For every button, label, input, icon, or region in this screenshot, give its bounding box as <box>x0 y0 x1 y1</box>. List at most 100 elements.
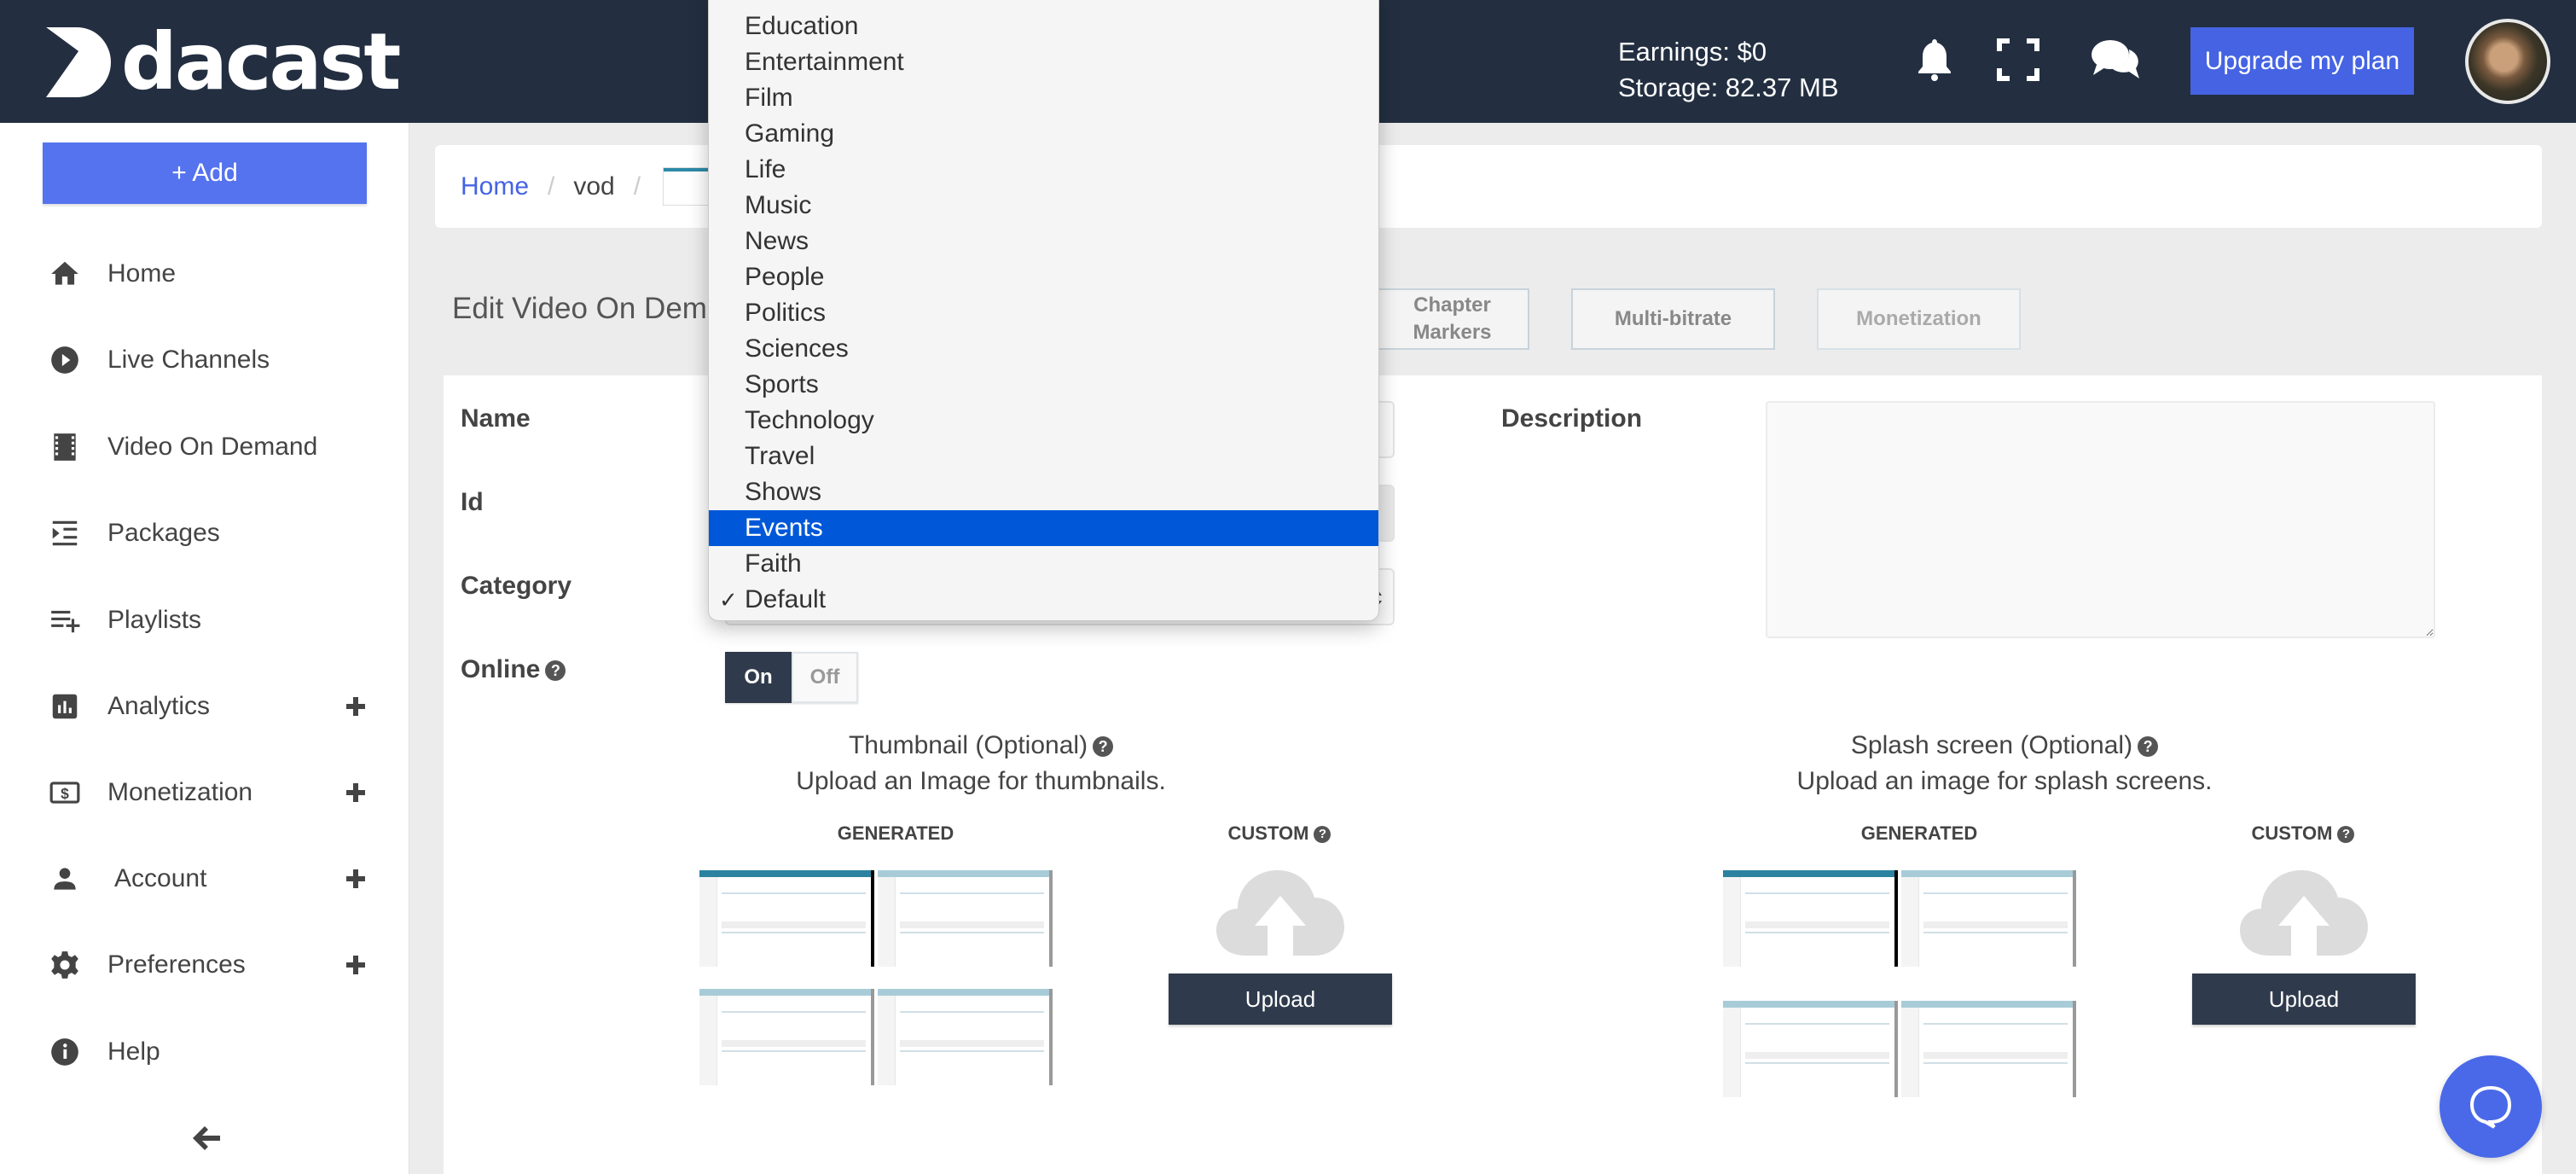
sidebar-item-label: Analytics <box>107 692 211 720</box>
dropdown-option-label: Events <box>745 514 823 542</box>
dropdown-option[interactable]: Sports <box>709 367 1378 403</box>
online-toggle[interactable]: On Off <box>725 652 858 703</box>
thumbnail-title: Thumbnail (Optional) <box>848 731 1088 759</box>
expand-plus-icon[interactable] <box>343 952 368 978</box>
storage-text: Storage: 82.37 MB <box>1618 73 1839 102</box>
breadcrumb-vod[interactable]: vod <box>573 172 614 201</box>
splash-upload-button[interactable]: Upload <box>2192 973 2416 1025</box>
help-icon[interactable]: ? <box>545 660 566 682</box>
splash-title: Splash screen (Optional) <box>1850 731 2133 759</box>
sidebar-item-playlists[interactable]: Playlists <box>0 590 409 650</box>
dropdown-option[interactable]: Entertainment <box>709 44 1378 80</box>
dropdown-option-label: Sciences <box>745 334 849 363</box>
thumbnail-section-header: Thumbnail (Optional)? Upload an Image fo… <box>682 728 1279 799</box>
help-icon[interactable]: ? <box>2138 736 2159 758</box>
dropdown-option-label: Film <box>745 84 793 112</box>
category-dropdown-menu[interactable]: Education Entertainment Film Gaming Life Musi… <box>708 0 1379 621</box>
generated-thumbnail[interactable] <box>699 870 874 967</box>
chat-icon[interactable] <box>2088 36 2143 84</box>
description-label: Description <box>1501 404 1643 433</box>
dropdown-option[interactable]: Gaming <box>709 116 1378 152</box>
dropdown-option[interactable]: People <box>709 259 1378 295</box>
dropdown-option[interactable]: News <box>709 224 1378 259</box>
dropdown-option[interactable]: Travel <box>709 439 1378 474</box>
tab-chapter-markers[interactable]: Chapter Markers <box>1375 288 1529 350</box>
breadcrumb-video-thumbnail <box>663 167 715 206</box>
upgrade-plan-button[interactable]: Upgrade my plan <box>2190 27 2414 95</box>
tab-monetization[interactable]: Monetization <box>1817 288 2021 350</box>
arrow-left-icon[interactable] <box>189 1121 223 1155</box>
dropdown-option[interactable]: Sciences <box>709 331 1378 367</box>
sidebar-item-label: Home <box>107 259 177 288</box>
dropdown-option[interactable]: Music <box>709 188 1378 224</box>
expand-plus-icon[interactable] <box>343 780 368 805</box>
online-label: Online? <box>461 655 566 684</box>
fullscreen-icon[interactable] <box>1994 36 2042 84</box>
sidebar-item-account[interactable]: Account <box>0 849 409 909</box>
dropdown-option[interactable]: ✓ Default <box>709 582 1378 618</box>
generated-splash[interactable] <box>1723 870 1898 967</box>
thumbnail-upload-button[interactable]: Upload <box>1169 973 1392 1025</box>
sidebar-item-label: Monetization <box>107 778 253 806</box>
dacast-logo-icon <box>46 27 111 97</box>
check-icon: ✓ <box>719 587 738 613</box>
dropdown-option[interactable]: Shows <box>709 474 1378 510</box>
play-circle-icon <box>48 343 82 377</box>
bell-icon[interactable] <box>1911 36 1958 84</box>
person-icon <box>48 862 82 896</box>
id-label: Id <box>461 488 484 516</box>
dropdown-option[interactable]: Technology <box>709 403 1378 439</box>
help-icon[interactable]: ? <box>1093 736 1114 758</box>
sidebar-item-preferences[interactable]: Preferences <box>0 935 409 995</box>
help-icon[interactable]: ? <box>1314 826 1332 844</box>
dacast-logo[interactable]: dacast <box>44 23 401 102</box>
name-label: Name <box>461 404 531 433</box>
dropdown-option-label: Music <box>745 191 812 219</box>
sidebar-item-label: Video On Demand <box>107 433 318 461</box>
expand-plus-icon[interactable] <box>343 866 368 892</box>
cloud-upload-icon <box>1216 870 1344 956</box>
sidebar-item-label: Help <box>107 1037 160 1066</box>
sidebar-item-monetization[interactable]: $ Monetization <box>0 763 409 822</box>
dropdown-option-label: Politics <box>745 299 827 327</box>
online-off-option[interactable]: Off <box>792 652 858 703</box>
generated-splash[interactable] <box>1901 1001 2076 1097</box>
sidebar-item-packages[interactable]: Packages <box>0 503 409 563</box>
breadcrumb-separator: / <box>633 171 641 201</box>
dropdown-option[interactable]: Film <box>709 80 1378 116</box>
generated-thumbnail[interactable] <box>878 989 1053 1085</box>
dropdown-option[interactable]: Education <box>709 9 1378 44</box>
generated-thumbnail[interactable] <box>699 989 874 1085</box>
film-icon <box>48 430 82 464</box>
support-chat-button[interactable] <box>2440 1055 2542 1158</box>
gear-icon <box>48 948 82 982</box>
svg-text:$: $ <box>61 785 69 802</box>
online-on-option[interactable]: On <box>725 652 792 703</box>
dropdown-option[interactable]: Politics <box>709 295 1378 331</box>
sidebar-item-label: Live Channels <box>107 346 270 374</box>
dropdown-option[interactable]: Life <box>709 152 1378 188</box>
dropdown-option-partial[interactable] <box>709 0 1378 9</box>
sidebar-item-help[interactable]: Help <box>0 1022 409 1082</box>
generated-splash[interactable] <box>1723 1001 1898 1097</box>
tab-multi-bitrate[interactable]: Multi-bitrate <box>1571 288 1775 350</box>
dropdown-option[interactable]: Events <box>709 510 1378 546</box>
add-button[interactable]: + Add <box>43 142 367 204</box>
sidebar-item-live-channels[interactable]: Live Channels <box>0 330 409 390</box>
sidebar-item-video-on-demand[interactable]: Video On Demand <box>0 417 409 477</box>
thumbnail-subtitle: Upload an Image for thumbnails. <box>796 767 1166 795</box>
sidebar-item-analytics[interactable]: Analytics <box>0 677 409 736</box>
user-avatar[interactable] <box>2465 19 2550 104</box>
thumbnail-generated-label: GENERATED <box>837 822 954 844</box>
sidebar-item-label: Account <box>114 864 207 892</box>
description-textarea[interactable] <box>1766 401 2435 638</box>
category-label: Category <box>461 572 572 600</box>
generated-splash[interactable] <box>1901 870 2076 967</box>
dropdown-option-label: Shows <box>745 478 822 506</box>
help-icon[interactable]: ? <box>2337 826 2355 844</box>
expand-plus-icon[interactable] <box>343 694 368 719</box>
generated-thumbnail[interactable] <box>878 870 1053 967</box>
dropdown-option[interactable]: Faith <box>709 546 1378 582</box>
breadcrumb-home-link[interactable]: Home <box>461 172 529 201</box>
sidebar-item-home[interactable]: Home <box>0 244 409 304</box>
